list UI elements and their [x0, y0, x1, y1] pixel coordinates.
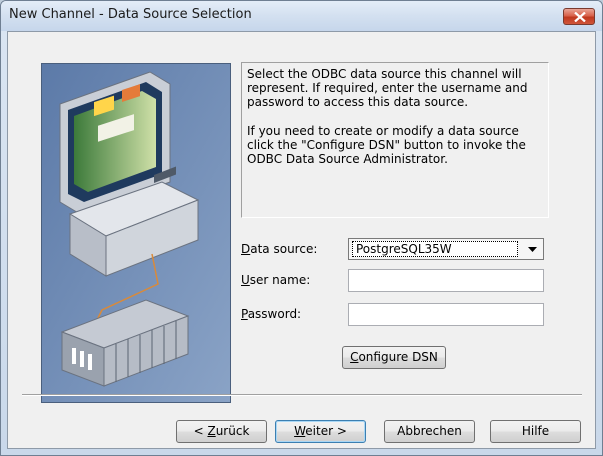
back-button[interactable]: < Zurück — [176, 420, 267, 443]
chevron-down-icon — [528, 247, 537, 252]
separator-line — [22, 394, 582, 396]
password-label: Password: — [241, 307, 302, 321]
data-source-label: Data source: — [241, 242, 318, 256]
title-bar[interactable]: New Channel - Data Source Selection — [1, 1, 602, 31]
dialog-window: New Channel - Data Source Selection Sele… — [0, 0, 603, 456]
data-source-dropdown[interactable]: PostgreSQL35W — [348, 238, 544, 260]
description-panel: Select the ODBC data source this channel… — [241, 62, 549, 218]
cancel-button[interactable]: Abbrechen — [384, 420, 475, 443]
configure-dsn-button[interactable]: Configure DSN — [342, 346, 446, 369]
password-field[interactable] — [348, 303, 544, 326]
description-paragraph-2: If you need to create or modify a data s… — [247, 124, 526, 166]
description-paragraph-1: Select the ODBC data source this channel… — [247, 67, 528, 109]
data-source-value: PostgreSQL35W — [352, 241, 518, 257]
illustration-graphic — [42, 64, 230, 402]
window-title: New Channel - Data Source Selection — [9, 7, 252, 22]
close-icon — [574, 12, 586, 22]
dialog-client-area: Select the ODBC data source this channel… — [7, 31, 596, 449]
next-button[interactable]: Weiter > — [275, 420, 366, 443]
close-button[interactable] — [563, 8, 595, 25]
help-button[interactable]: Hilfe — [490, 420, 581, 443]
computer-plc-illustration — [41, 63, 231, 403]
user-name-field[interactable] — [348, 269, 544, 292]
user-name-label: User name: — [241, 273, 311, 287]
